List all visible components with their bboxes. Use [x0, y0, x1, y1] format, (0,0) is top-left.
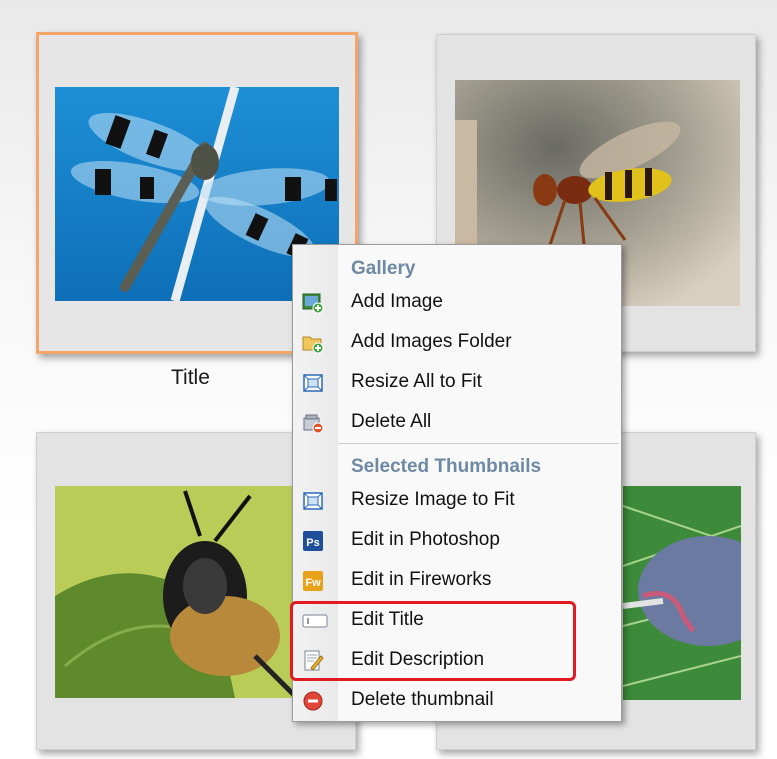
- photoshop-icon: Ps: [302, 530, 324, 552]
- add-image-icon: [302, 292, 324, 314]
- menu-item-add-image[interactable]: Add Image: [293, 285, 621, 321]
- delete-icon: [302, 690, 324, 712]
- svg-text:Fw: Fw: [305, 577, 321, 589]
- menu-item-label: Resize Image to Fit: [351, 489, 515, 510]
- fireworks-icon: Fw: [302, 570, 324, 592]
- menu-separator: [338, 443, 619, 444]
- menu-item-label: Add Images Folder: [351, 331, 512, 352]
- menu-item-label: Delete thumbnail: [351, 689, 494, 710]
- thumbnail-title: Title: [171, 366, 210, 389]
- menu-item-label: Edit in Fireworks: [351, 569, 492, 590]
- resize-icon: [302, 490, 324, 512]
- menu-header-selected-thumbnails: Selected Thumbnails: [351, 456, 542, 477]
- menu-item-label: Edit in Photoshop: [351, 529, 500, 550]
- delete-all-icon: [302, 412, 324, 434]
- menu-item-label: Add Image: [351, 291, 443, 312]
- menu-item-edit-in-fireworks[interactable]: Fw Edit in Fireworks: [293, 563, 621, 599]
- menu-item-label: Delete All: [351, 411, 432, 432]
- menu-item-add-images-folder[interactable]: Add Images Folder: [293, 325, 621, 361]
- resize-icon: [302, 372, 324, 394]
- menu-header-gallery: Gallery: [351, 258, 416, 279]
- add-folder-icon: [302, 332, 324, 354]
- svg-text:Ps: Ps: [306, 537, 319, 549]
- menu-item-edit-in-photoshop[interactable]: Ps Edit in Photoshop: [293, 523, 621, 559]
- menu-item-delete-thumbnail[interactable]: Delete thumbnail: [293, 683, 621, 719]
- menu-item-delete-all[interactable]: Delete All: [293, 405, 621, 441]
- leaf-photo: [623, 486, 741, 700]
- menu-item-resize-image[interactable]: Resize Image to Fit: [293, 483, 621, 519]
- highlight-annotation: [290, 601, 576, 681]
- menu-item-resize-all[interactable]: Resize All to Fit: [293, 365, 621, 401]
- menu-item-label: Resize All to Fit: [351, 371, 482, 392]
